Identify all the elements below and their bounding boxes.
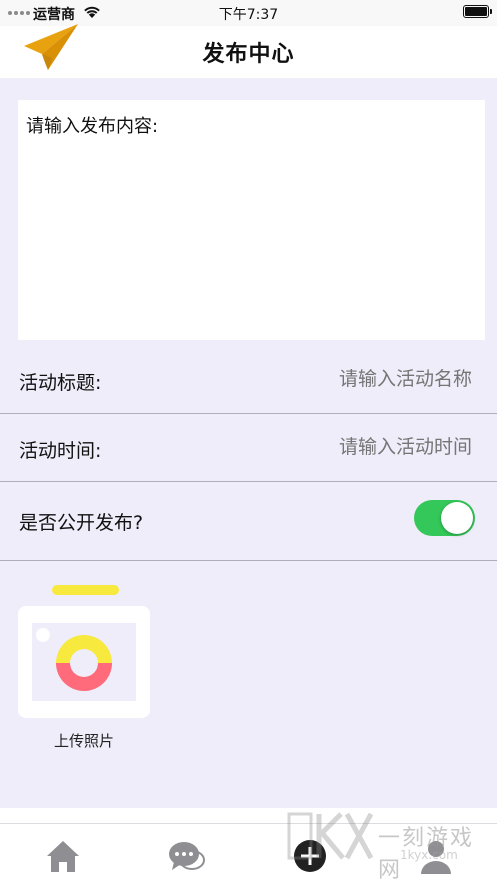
content-placeholder: 请输入发布内容:	[26, 116, 159, 137]
activity-title-row: 活动标题:	[0, 346, 497, 414]
activity-time-label: 活动时间:	[19, 440, 102, 462]
toggle-knob	[441, 502, 473, 534]
status-time: 下午7:37	[218, 7, 279, 23]
public-publish-label: 是否公开发布?	[19, 512, 144, 534]
upload-photo-button[interactable]: 上传照片	[18, 583, 150, 753]
chat-icon[interactable]	[166, 836, 206, 876]
activity-title-label: 活动标题:	[19, 372, 102, 394]
public-publish-row: 是否公开发布?	[0, 483, 497, 561]
content-textarea[interactable]: 请输入发布内容:	[18, 100, 485, 340]
activity-time-row: 活动时间:	[0, 414, 497, 482]
tab-bar: 一刻游戏网 1kyx.com	[0, 808, 497, 883]
public-publish-toggle[interactable]	[414, 500, 475, 536]
home-icon[interactable]	[43, 836, 83, 876]
watermark-url: 1kyx.com	[400, 848, 458, 862]
nav-bar: 发布中心	[0, 24, 497, 78]
add-icon[interactable]	[292, 838, 328, 874]
activity-time-input[interactable]	[252, 436, 472, 458]
activity-title-input[interactable]	[252, 368, 472, 390]
status-bar: 运营商 下午7:37	[0, 0, 497, 26]
page-title: 发布中心	[202, 42, 295, 67]
battery-icon	[463, 5, 492, 18]
camera-icon	[18, 585, 150, 718]
upload-photo-label: 上传照片	[53, 732, 114, 750]
